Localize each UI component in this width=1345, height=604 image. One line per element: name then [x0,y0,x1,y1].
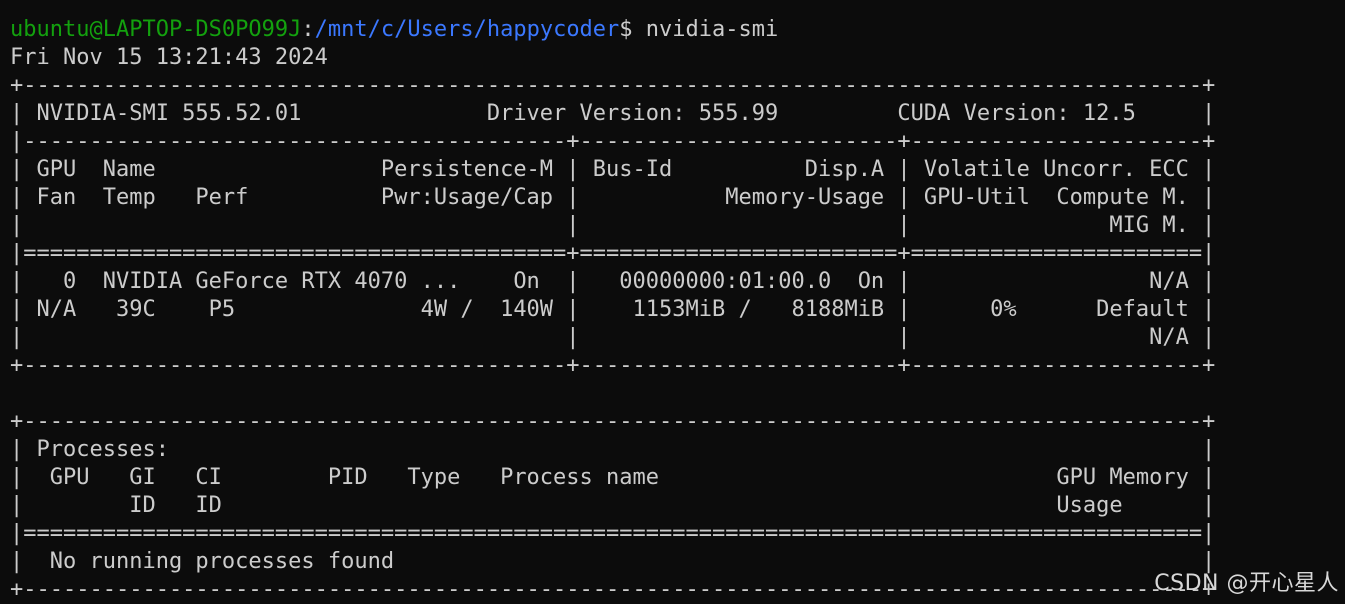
table-border-bottom: +---------------------------------------… [10,353,1216,378]
prompt-command: nvidia-smi [632,17,779,42]
version-header-line: | NVIDIA-SMI 555.52.01 Driver Version: 5… [10,101,1216,126]
column-header-row-2: | Fan Temp Perf Pwr:Usage/Cap | Memory-U… [10,185,1216,210]
table-border-top: +---------------------------------------… [10,73,1216,98]
column-header-row-3: | | | MIG M. | [10,213,1216,238]
processes-title-line: | Processes: | [10,437,1216,462]
processes-empty-message: | No running processes found | [10,549,1216,574]
processes-double-separator: |=======================================… [10,521,1216,546]
prompt-path: /mnt/c/Users/happycoder [314,17,620,42]
processes-border-bottom: +---------------------------------------… [10,577,1216,602]
header-double-separator: |=======================================… [10,241,1216,266]
processes-header-row-2: | ID ID Usage | [10,493,1216,518]
command-prompt-line: ubuntu@LAPTOP-DS0PO99J:/mnt/c/Users/happ… [10,16,1345,44]
table-separator: |---------------------------------------… [10,129,1216,154]
prompt-symbol: $ [619,17,633,42]
processes-header-row-1: | GPU GI CI PID Type Process name GPU Me… [10,465,1216,490]
column-header-row-1: | GPU Name Persistence-M | Bus-Id Disp.A… [10,157,1216,182]
prompt-separator: : [301,17,315,42]
gpu-row-2: | N/A 39C P5 4W / 140W | 1153MiB / 8188M… [10,297,1216,322]
output-date-line: Fri Nov 15 13:21:43 2024 [10,45,328,70]
prompt-user-host: ubuntu@LAPTOP-DS0PO99J [10,17,302,42]
watermark-text: CSDN @开心星人 [1154,571,1339,596]
terminal-window[interactable]: ubuntu@LAPTOP-DS0PO99J:/mnt/c/Users/happ… [0,0,1345,604]
gpu-row-1: | 0 NVIDIA GeForce RTX 4070 ... On | 000… [10,269,1216,294]
gpu-row-3: | | | N/A | [10,325,1216,350]
processes-border-top: +---------------------------------------… [10,409,1216,434]
